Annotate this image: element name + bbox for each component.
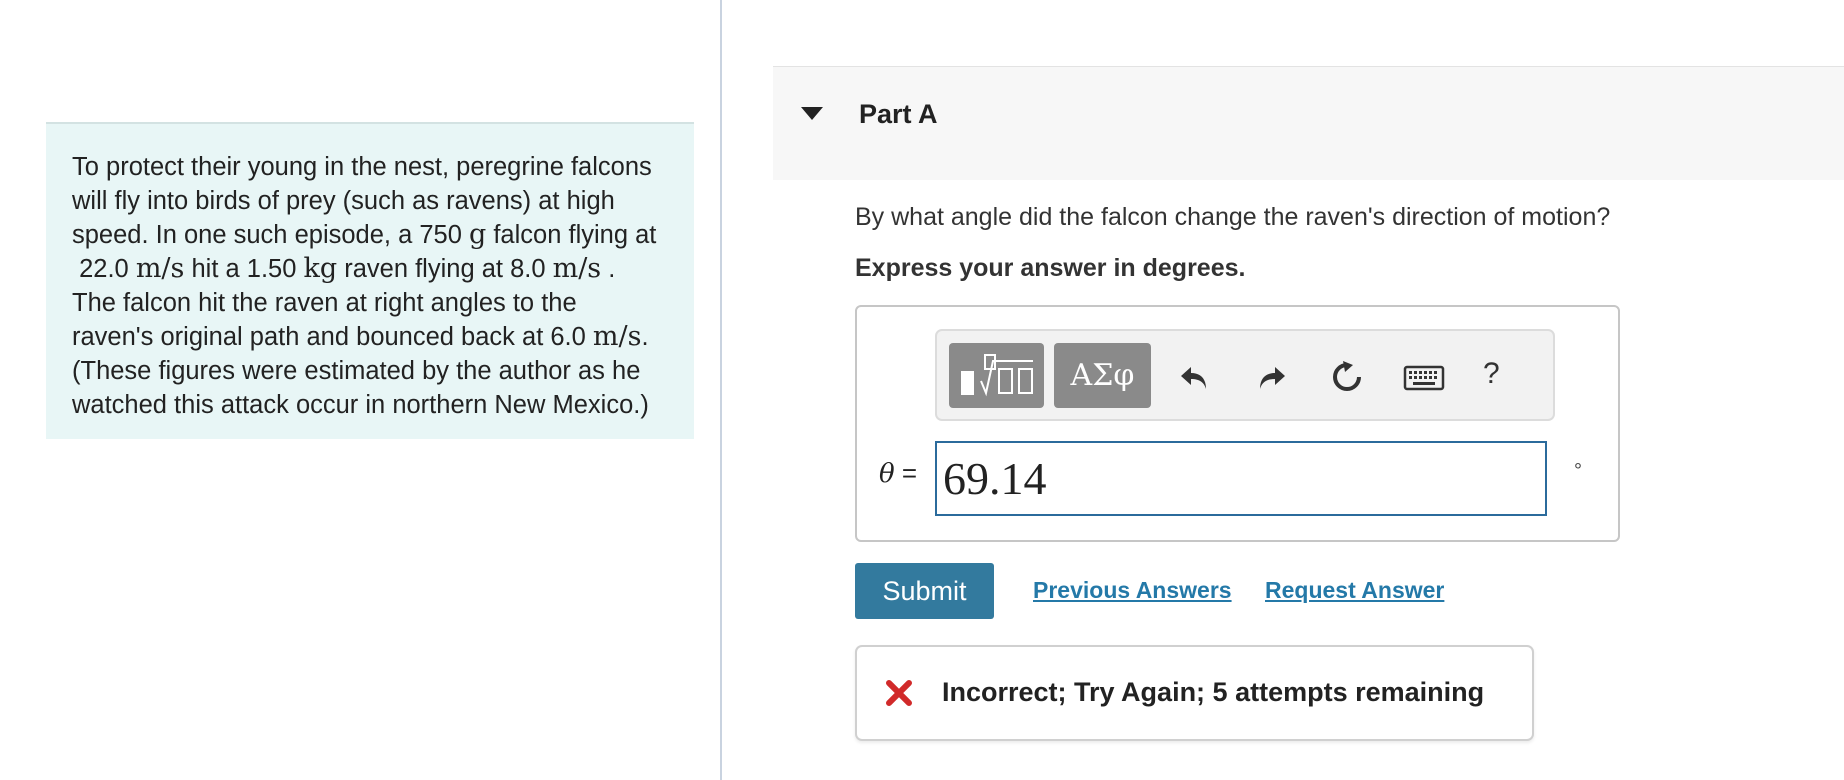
math-toolbar: ΑΣφ ? xyxy=(935,329,1555,421)
redo-icon[interactable] xyxy=(1253,359,1289,395)
part-header[interactable]: Part A xyxy=(773,66,1844,180)
greek-symbols-button[interactable]: ΑΣφ xyxy=(1054,343,1151,408)
problem-line: 22.0 m/s hit a 1.50 kg raven flying at 8… xyxy=(72,252,668,286)
instruction-text: Express your answer in degrees. xyxy=(855,254,1246,282)
problem-line: watched this attack occur in northern Ne… xyxy=(72,391,649,419)
answer-box: ΑΣφ ? θ = 69.14 ° xyxy=(855,305,1620,542)
undo-icon[interactable] xyxy=(1177,359,1213,395)
answer-variable-label: θ = xyxy=(879,458,917,489)
collapse-triangle-icon[interactable] xyxy=(801,107,823,120)
problem-text: raven flying at 8.0 xyxy=(337,255,553,283)
feedback-text: Incorrect; Try Again; 5 attempts remaini… xyxy=(942,677,1485,707)
answer-input[interactable]: 69.14 xyxy=(935,441,1547,516)
problem-line: raven's original path and bounced back a… xyxy=(72,320,668,354)
problem-text: . xyxy=(608,255,616,283)
degree-unit: ° xyxy=(1574,460,1582,482)
problem-line: speed. In one such episode, a 750 g falc… xyxy=(72,218,668,252)
column-divider xyxy=(720,0,722,780)
request-answer-link[interactable]: Request Answer xyxy=(1265,577,1444,604)
incorrect-x-icon xyxy=(886,680,912,706)
problem-line: To protect their young in the nest, pere… xyxy=(72,153,652,181)
problem-line: will fly into birds of prey (such as rav… xyxy=(72,187,615,215)
submit-button[interactable]: Submit xyxy=(855,563,994,619)
unit-kg: kg xyxy=(303,253,338,284)
part-title: Part A xyxy=(859,99,938,129)
problem-text: falcon flying at xyxy=(486,221,657,249)
problem-line: The falcon hit the raven at right angles… xyxy=(72,289,577,317)
problem-line: (These figures were estimated by the aut… xyxy=(72,357,641,385)
problem-text: . xyxy=(641,323,649,351)
unit-ms: m/s xyxy=(135,253,185,284)
equals-sign: = xyxy=(901,458,918,488)
previous-answers-link[interactable]: Previous Answers xyxy=(1033,577,1232,604)
unit-grams: g xyxy=(468,219,487,250)
templates-icon xyxy=(960,353,1033,396)
falcon-speed: 22.0 xyxy=(79,255,129,283)
problem-statement: To protect their young in the nest, pere… xyxy=(46,122,694,439)
unit-ms: m/s xyxy=(592,321,642,352)
keyboard-icon[interactable] xyxy=(1403,359,1445,395)
problem-text: raven's original path and bounced back a… xyxy=(72,323,593,351)
problem-text: speed. In one such episode, a 750 xyxy=(72,221,469,249)
unit-ms: m/s xyxy=(552,253,602,284)
theta-symbol: θ xyxy=(879,459,895,489)
feedback-box: Incorrect; Try Again; 5 attempts remaini… xyxy=(855,645,1534,741)
problem-text: hit a 1.50 xyxy=(184,255,304,283)
help-icon[interactable]: ? xyxy=(1483,357,1500,391)
reset-icon[interactable] xyxy=(1329,359,1365,395)
question-text: By what angle did the falcon change the … xyxy=(855,203,1611,231)
templates-button[interactable] xyxy=(949,343,1044,408)
